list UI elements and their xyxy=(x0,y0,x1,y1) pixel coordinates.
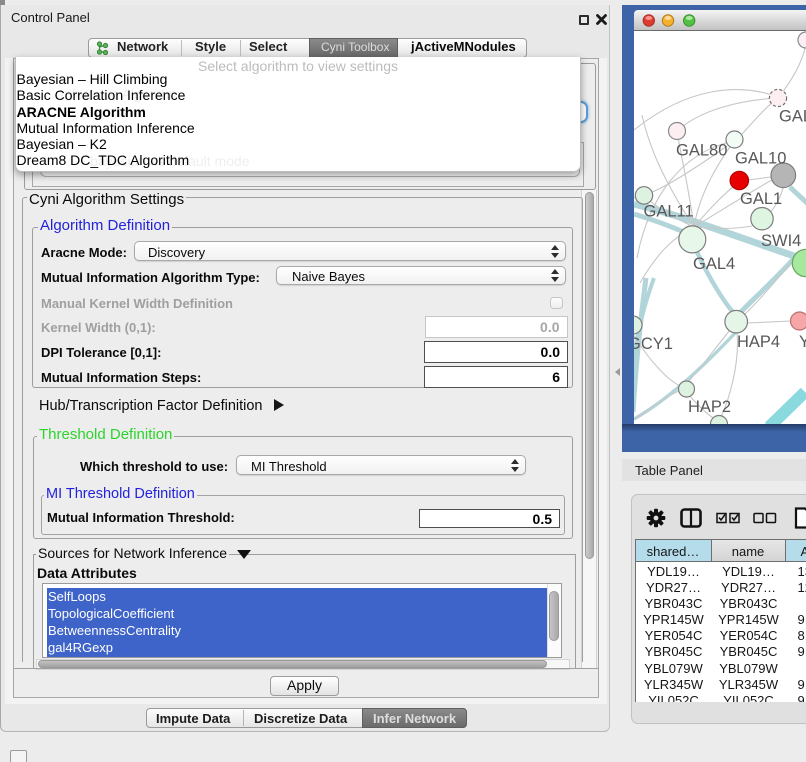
svg-text:GAL80: GAL80 xyxy=(676,142,727,160)
svg-text:SWI4: SWI4 xyxy=(761,232,801,250)
svg-text:GAL1: GAL1 xyxy=(740,190,782,208)
svg-text:YJ: YJ xyxy=(799,333,806,351)
svg-text:HAP4: HAP4 xyxy=(737,333,780,351)
svg-text:GCY1: GCY1 xyxy=(634,335,673,353)
svg-text:GAL4: GAL4 xyxy=(693,255,735,273)
svg-text:GAL8: GAL8 xyxy=(779,108,806,126)
svg-text:GAL11: GAL11 xyxy=(644,203,694,221)
svg-text:GAL10: GAL10 xyxy=(735,150,786,168)
svg-text:HAP2: HAP2 xyxy=(688,398,731,416)
